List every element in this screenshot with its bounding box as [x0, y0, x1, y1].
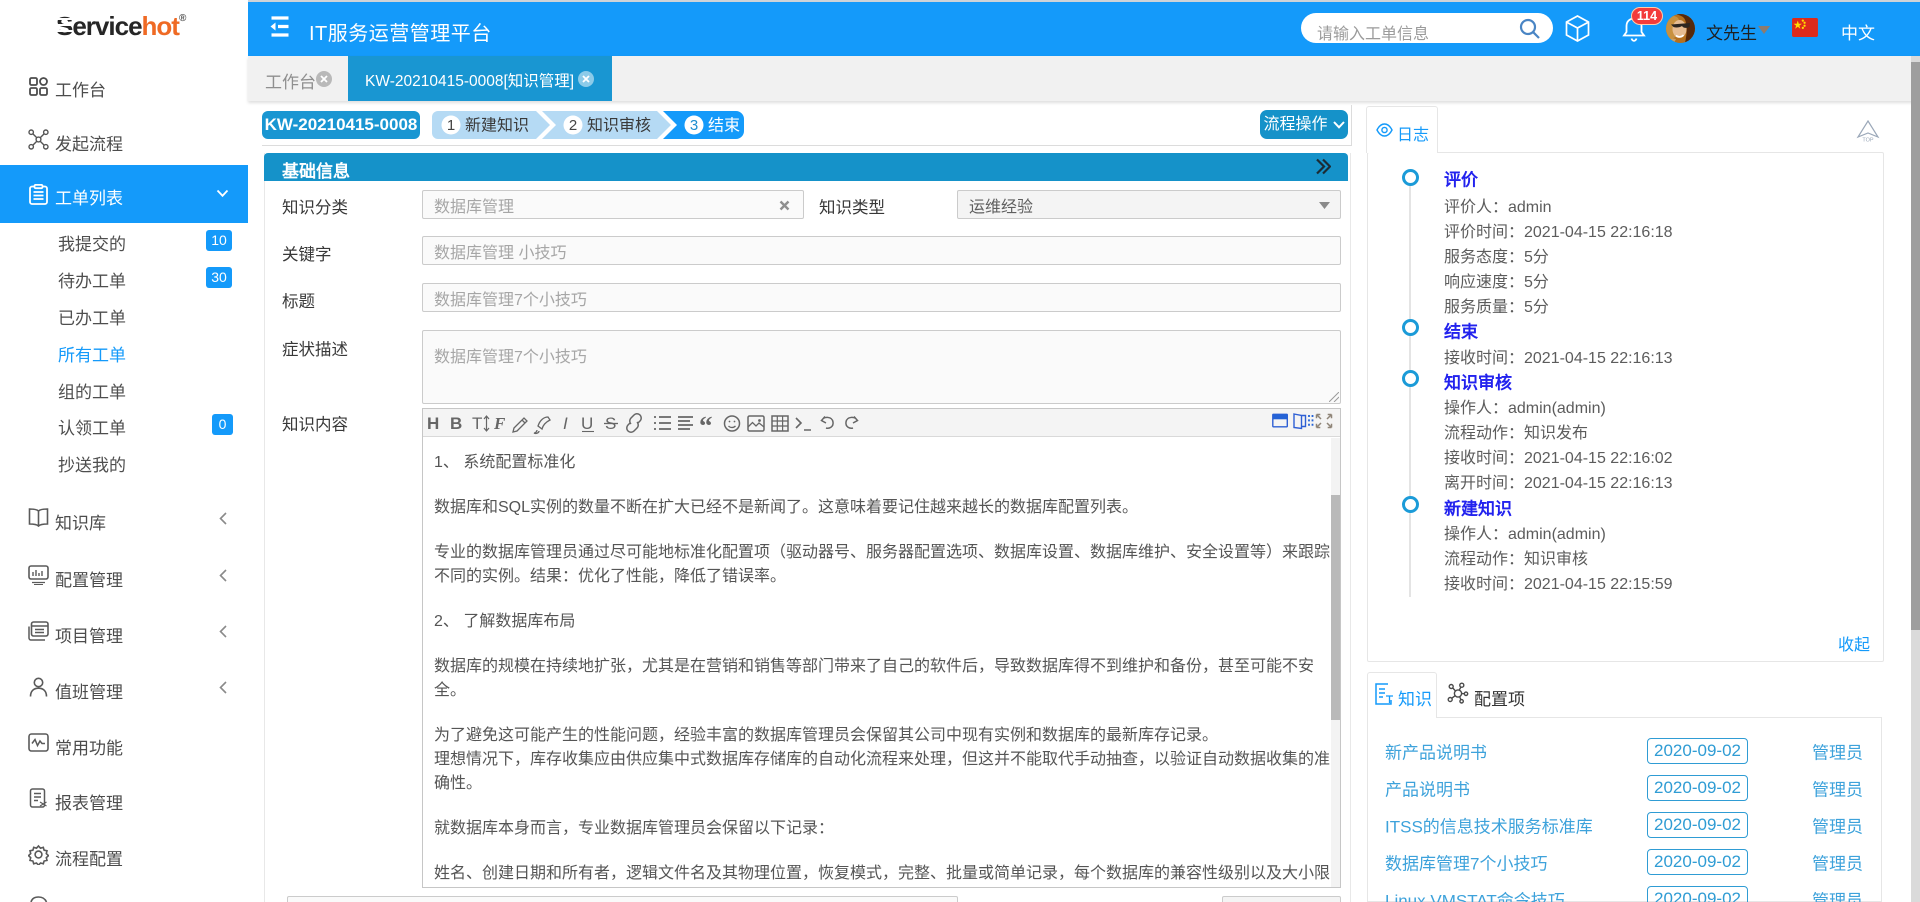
svg-text:B: B: [450, 414, 462, 433]
svg-text:H: H: [427, 414, 439, 433]
svg-text:结束: 结束: [708, 117, 740, 135]
svg-text:2: 2: [569, 117, 577, 134]
svg-text:I: I: [563, 414, 568, 433]
svg-text:新建知识: 新建知识: [465, 117, 529, 135]
svg-text:3: 3: [690, 117, 698, 134]
svg-text:T: T: [472, 414, 482, 433]
svg-text:“: “: [699, 412, 713, 435]
svg-text:F: F: [493, 414, 506, 433]
svg-text:1: 1: [447, 117, 455, 134]
svg-text:U: U: [581, 414, 593, 433]
svg-text:TOP: TOP: [1862, 138, 1874, 143]
svg-text:知识审核: 知识审核: [587, 117, 651, 135]
